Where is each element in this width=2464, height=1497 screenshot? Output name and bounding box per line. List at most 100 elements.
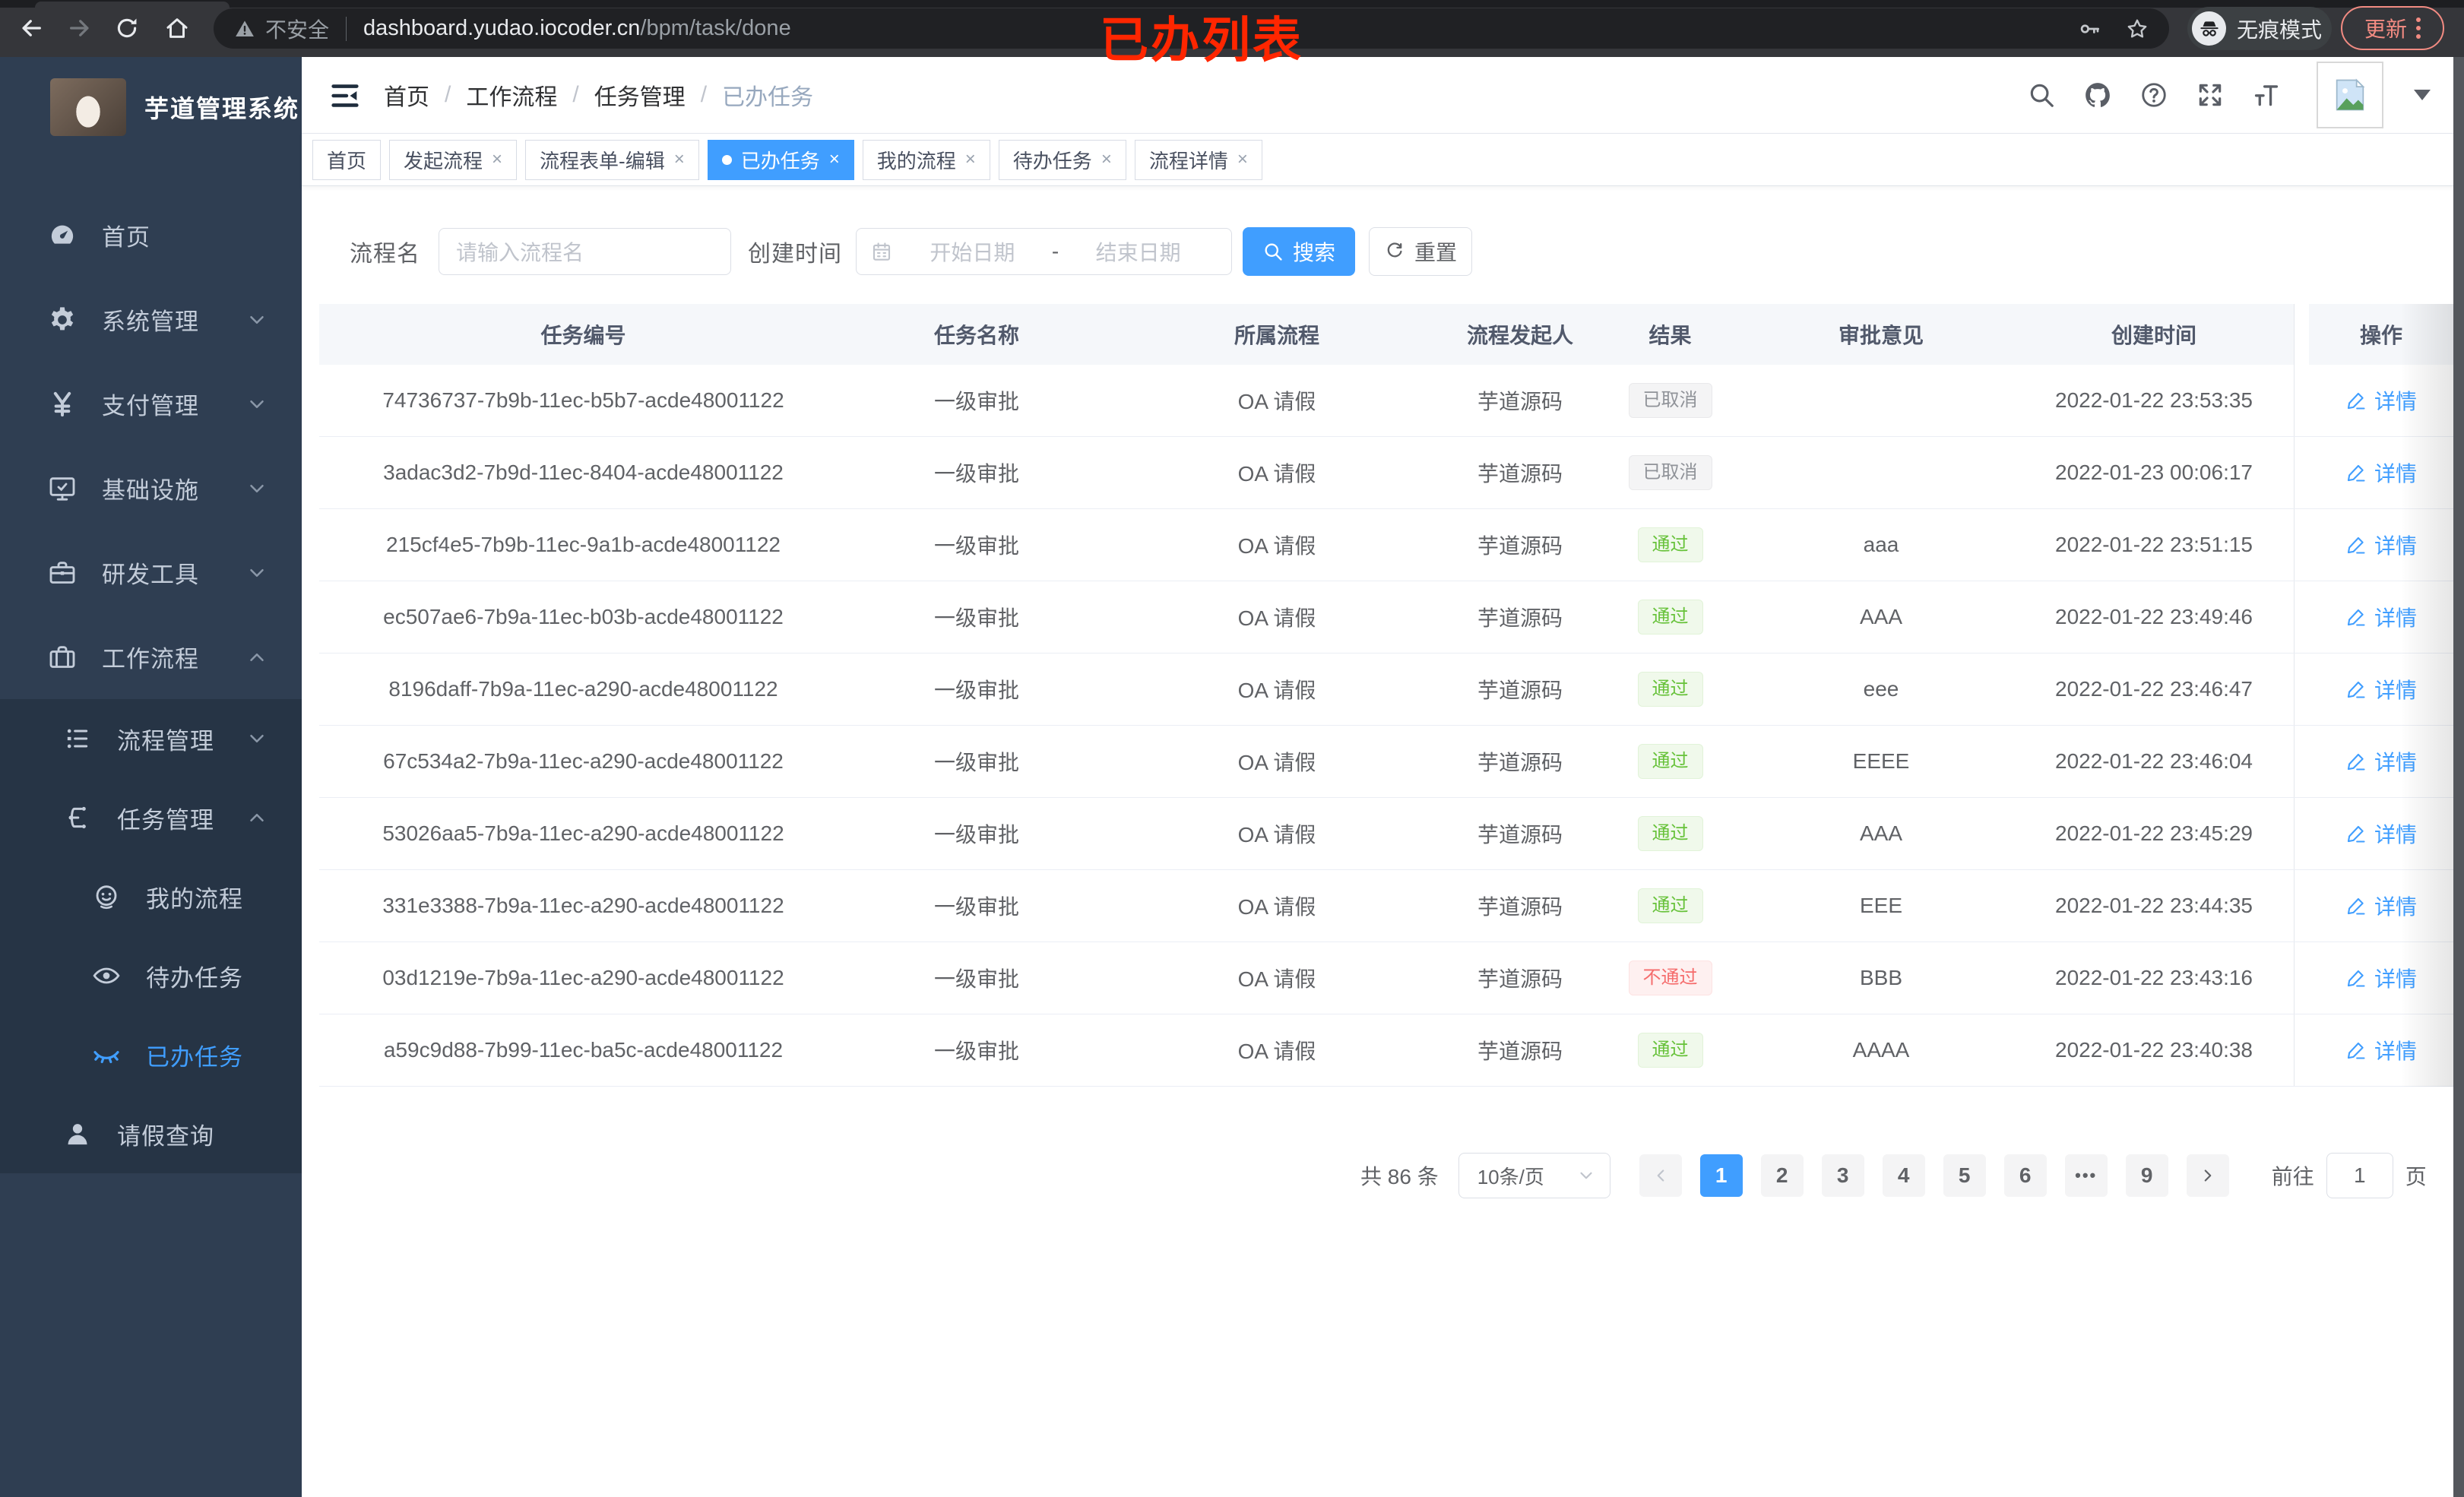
detail-link[interactable]: 详情 [2345, 746, 2417, 777]
sidebar-item[interactable]: 研发工具 [0, 530, 302, 615]
browser-tab[interactable] [35, 2, 230, 8]
detail-link[interactable]: 详情 [2345, 1035, 2417, 1065]
chevron-icon [245, 309, 268, 331]
detail-label: 详情 [2374, 967, 2417, 991]
font-size-icon[interactable] [2250, 78, 2283, 112]
col-create-time: 创建时间 [2111, 324, 2196, 347]
detail-link[interactable]: 详情 [2345, 963, 2417, 993]
process-name-label: 流程名 [350, 242, 420, 267]
result-badge: 通过 [1637, 815, 1703, 852]
sidebar-item[interactable]: 基础设施 [0, 446, 302, 530]
breadcrumb-item[interactable]: 工作流程 [466, 78, 557, 112]
detail-link[interactable]: 详情 [2345, 530, 2417, 560]
page-button[interactable]: ••• [2064, 1154, 2108, 1197]
submenu-item-icon [62, 723, 93, 754]
cell-opinion: aaa [1863, 533, 1899, 556]
view-tab[interactable]: 我的流程 × [862, 139, 990, 180]
sidebar-logo-row[interactable]: 芋道管理系统 [0, 57, 302, 157]
view-tab[interactable]: 流程详情 × [1134, 139, 1262, 180]
date-range-input[interactable]: 开始日期 - 结束日期 [856, 228, 1232, 275]
process-name-input[interactable]: 请输入流程名 [439, 228, 731, 275]
page-button[interactable]: 2 [1760, 1154, 1804, 1197]
back-icon[interactable] [14, 11, 49, 46]
close-icon[interactable]: × [1237, 150, 1248, 169]
caret-down-icon[interactable] [2414, 90, 2431, 100]
page-button[interactable]: 5 [1943, 1154, 1986, 1197]
cell-starter: 芋道源码 [1477, 1040, 1563, 1063]
table-row: 74736737-7b9b-11ec-b5b7-acde48001122 一级审… [319, 365, 2453, 437]
security-warning[interactable]: 不安全 [265, 14, 329, 44]
detail-link[interactable]: 详情 [2345, 385, 2417, 416]
submenu-item-icon [91, 881, 122, 912]
goto-page-input[interactable]: 1 [2326, 1153, 2393, 1198]
sidebar-subitem[interactable]: 已办任务 [0, 1015, 302, 1094]
detail-link[interactable]: 详情 [2345, 891, 2417, 921]
close-icon[interactable]: × [829, 150, 840, 169]
sidebar-subitem[interactable]: 我的流程 [0, 857, 302, 936]
page-scrollbar[interactable] [2453, 57, 2464, 1497]
close-icon[interactable]: × [492, 150, 502, 169]
col-process: 所属流程 [1234, 324, 1319, 347]
close-icon[interactable]: × [965, 150, 976, 169]
search-button[interactable]: 搜索 [1243, 227, 1355, 276]
result-badge: 通过 [1637, 599, 1703, 635]
next-page-button[interactable] [2186, 1154, 2229, 1197]
prev-page-button[interactable] [1639, 1154, 1682, 1197]
view-tab[interactable]: 流程表单-编辑 × [525, 139, 699, 180]
breadcrumb-item[interactable]: 任务管理 [594, 78, 686, 112]
menu-dots-icon[interactable] [2416, 17, 2421, 39]
page-button[interactable]: 9 [2125, 1154, 2168, 1197]
breadcrumb-item[interactable]: 首页 [384, 78, 429, 112]
page-button[interactable]: 1 [1699, 1154, 1743, 1197]
detail-link[interactable]: 详情 [2345, 818, 2417, 849]
create-time-label: 创建时间 [748, 242, 842, 267]
detail-link[interactable]: 详情 [2345, 602, 2417, 632]
incognito-label: 无痕模式 [2237, 17, 2323, 42]
view-tab[interactable]: 首页 × [312, 139, 382, 180]
detail-link[interactable]: 详情 [2345, 457, 2417, 488]
sidebar-subitem[interactable]: 待办任务 [0, 936, 302, 1015]
fullscreen-icon[interactable] [2193, 78, 2227, 112]
edit-pen-icon [2345, 606, 2367, 628]
sidebar-item[interactable]: 首页 [0, 193, 302, 277]
page-button[interactable]: 4 [1882, 1154, 1925, 1197]
sidebar-item[interactable]: 工作流程 [0, 615, 302, 699]
search-icon[interactable] [2025, 78, 2058, 112]
update-button[interactable]: 更新 [2341, 6, 2444, 50]
breadcrumb-separator: / [700, 82, 708, 107]
table-row: 215cf4e5-7b9b-11ec-9a1b-acde48001122 一级审… [319, 509, 2453, 581]
sidebar-item[interactable]: 系统管理 [0, 277, 302, 362]
sidebar-collapse-icon[interactable] [328, 78, 363, 113]
sidebar-subitem[interactable]: 任务管理 [0, 778, 302, 857]
detail-link[interactable]: 详情 [2345, 674, 2417, 704]
help-icon[interactable] [2137, 78, 2171, 112]
edit-pen-icon [2345, 462, 2367, 483]
sidebar-subitem[interactable]: 流程管理 [0, 699, 302, 778]
key-icon[interactable] [2078, 17, 2102, 41]
result-badge: 通过 [1637, 671, 1703, 707]
home-icon[interactable] [160, 11, 195, 46]
forward-icon[interactable] [62, 11, 97, 46]
close-icon[interactable]: × [674, 150, 685, 169]
result-badge: 通过 [1637, 888, 1703, 924]
view-tab[interactable]: 发起流程 × [389, 139, 518, 180]
app-logo [50, 78, 126, 136]
github-icon[interactable] [2081, 78, 2114, 112]
sidebar-item[interactable]: 支付管理 [0, 362, 302, 446]
view-tab[interactable]: 已办任务 × [707, 139, 854, 180]
cell-create-time: 2022-01-22 23:49:46 [2055, 605, 2253, 628]
reload-icon[interactable] [109, 11, 144, 46]
breadcrumb-item[interactable]: 已办任务 [722, 78, 813, 112]
page-button[interactable]: 6 [2003, 1154, 2047, 1197]
page-button[interactable]: 3 [1821, 1154, 1864, 1197]
cell-starter: 芋道源码 [1477, 967, 1563, 991]
close-icon[interactable]: × [1101, 150, 1112, 169]
cell-task-name: 一级审批 [933, 967, 1019, 991]
reset-button[interactable]: 重置 [1369, 227, 1472, 276]
sidebar-subitem[interactable]: 请假查询 [0, 1094, 302, 1173]
page-size-select[interactable]: 10条/页 [1458, 1153, 1610, 1198]
avatar[interactable] [2317, 62, 2383, 128]
star-icon[interactable] [2125, 17, 2149, 41]
view-tab[interactable]: 待办任务 × [998, 139, 1126, 180]
cell-task-name: 一级审批 [933, 534, 1019, 558]
